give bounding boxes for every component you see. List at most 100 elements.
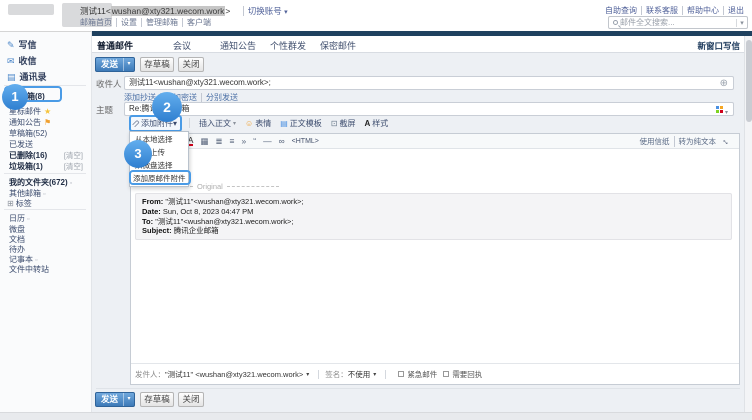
close-button[interactable]: 关闭 xyxy=(178,57,204,72)
announcement-icon: ⚑ xyxy=(44,118,51,127)
paperclip-icon xyxy=(132,119,140,127)
compose-icon: ✎ xyxy=(7,40,15,50)
receipt-label: 需要回执 xyxy=(452,369,482,380)
smiley-icon: ☺ xyxy=(245,119,253,128)
signature-selector[interactable]: 不使用 xyxy=(348,369,371,380)
empty-spam-link[interactable]: [清空] xyxy=(64,161,83,172)
editor-body[interactable]: Original From: "测试11"<wushan@xty321.weco… xyxy=(131,149,739,365)
from-label: 发件人： xyxy=(135,369,165,380)
send-options-icon[interactable]: ▾ xyxy=(123,58,134,71)
send-options-icon[interactable]: ▾ xyxy=(123,393,134,406)
list-icon[interactable]: ≡ xyxy=(230,136,235,146)
folder-marker-icon: ▫ xyxy=(27,216,29,223)
chevron-down-icon[interactable]: ▾ xyxy=(306,371,309,378)
tab-notice[interactable]: 通知公告 xyxy=(220,39,256,52)
expand-icon[interactable]: ⊞ xyxy=(7,199,14,208)
annotation-step-2: 2 xyxy=(152,92,182,122)
sidebar-item-sent[interactable]: 已发送 xyxy=(9,139,87,149)
insert-body-button[interactable]: 插入正文▾ xyxy=(199,118,236,129)
close-button-bottom[interactable]: 关闭 xyxy=(178,392,204,407)
horizontal-rule-icon[interactable]: — xyxy=(263,136,272,146)
search-input[interactable] xyxy=(620,18,736,27)
send-button-bottom[interactable]: 发送▾ xyxy=(95,392,135,407)
to-field[interactable]: 测试11<wushan@xty321.wecom.work>; ⊕ xyxy=(124,76,734,90)
quoted-date: Date: Sun, Oct 8, 2023 04:47 PM xyxy=(142,207,725,217)
page-bottom-strip xyxy=(0,412,752,420)
help-center-link[interactable]: 帮助中心 xyxy=(687,6,724,15)
label-grid-icon[interactable]: ▾ xyxy=(716,106,728,113)
html-toggle[interactable]: <HTML> xyxy=(292,138,319,145)
sidebar-item-docs[interactable]: 文档 xyxy=(9,234,87,244)
from-selector[interactable]: "测试11" <wushan@xty321.wecom.work> xyxy=(165,369,303,380)
redacted-logo xyxy=(8,4,54,15)
tab-normal-mail[interactable]: 普通邮件 xyxy=(97,39,133,52)
mail-search: ▾ xyxy=(608,16,748,29)
sidebar-item-calendar[interactable]: 日历▫ xyxy=(9,213,87,223)
indent-icon[interactable]: » xyxy=(242,136,247,146)
save-draft-button[interactable]: 存草稿 xyxy=(140,57,174,72)
nav-client[interactable]: 客户端 xyxy=(187,18,211,27)
scrollbar[interactable] xyxy=(744,36,752,412)
send-button[interactable]: 发送▾ xyxy=(95,57,135,72)
screenshot-button[interactable]: ⊡截屏 xyxy=(331,118,356,129)
tab-personalized-send[interactable]: 个性群发 xyxy=(270,39,306,52)
nav-manage-mail[interactable]: 管理邮箱 xyxy=(146,18,183,27)
sidebar-item-drafts[interactable]: 草稿箱(52) xyxy=(9,128,87,138)
scrollbar-thumb[interactable] xyxy=(746,40,752,122)
empty-deleted-link[interactable]: [清空] xyxy=(64,150,83,161)
chevron-down-icon: ▾ xyxy=(725,107,728,116)
receipt-checkbox[interactable] xyxy=(443,371,449,377)
tab-confidential-mail[interactable]: 保密邮件 xyxy=(320,39,356,52)
body-template-button[interactable]: ▤正文模板 xyxy=(280,118,322,129)
nav-settings[interactable]: 设置 xyxy=(121,18,142,27)
urgent-label: 紧急邮件 xyxy=(407,369,437,380)
chevron-down-icon: ▾ xyxy=(284,9,288,16)
sidebar-item-my-folders[interactable]: 我的文件夹(672)▫ xyxy=(9,177,87,187)
logout-link[interactable]: 退出 xyxy=(728,6,744,15)
sidebar-item-other-mailbox[interactable]: 其他邮箱▫ xyxy=(9,188,87,198)
editor[interactable]: Tr A ▦ ≣ ≡ » “ — ∞ <HTML> 使用信纸 转为纯文本 ↔ O… xyxy=(130,133,740,385)
menu-item-original-attachment[interactable]: 添加原邮件附件 xyxy=(130,172,188,185)
sidebar-receive-button[interactable]: ✉收信 xyxy=(7,54,37,66)
sidebar-contacts-button[interactable]: ▤通讯录 xyxy=(7,70,47,82)
chevron-down-icon[interactable]: ▾ xyxy=(373,371,376,378)
search-scope-dropdown-icon[interactable]: ▾ xyxy=(736,19,747,27)
sidebar-compose-button[interactable]: ✎写信 xyxy=(7,38,37,50)
fullscreen-icon[interactable]: ↔ xyxy=(720,134,733,147)
blockquote-icon[interactable]: “ xyxy=(253,136,256,146)
sidebar-item-file-transfer[interactable]: 文件中转站 xyxy=(9,264,87,274)
header: 测试11<wushan@xty321.wecom.work> 切换账号 ▾ 邮箱… xyxy=(0,0,752,31)
self-service-link[interactable]: 自助查询 xyxy=(605,6,642,15)
to-plain-text-link[interactable]: 转为纯文本 xyxy=(679,136,717,147)
account-email: wushan@xty321.wecom.work xyxy=(111,6,226,16)
send-separately-link[interactable]: 分别发送 xyxy=(206,93,238,102)
sidebar-item-todo[interactable]: 待办 xyxy=(9,244,87,254)
style-button[interactable]: A样式 xyxy=(364,118,388,129)
annotation-step-1: 1 xyxy=(2,84,28,110)
switch-account-link[interactable]: 切换账号 xyxy=(248,6,282,16)
quoted-to: To: "测试11"<wushan@xty321.wecom.work>; xyxy=(142,217,725,227)
contact-support-link[interactable]: 联系客服 xyxy=(646,6,683,15)
screen-capture-icon: ⊡ xyxy=(331,119,338,128)
sidebar-item-notice[interactable]: 通知公告⚑ xyxy=(9,117,87,127)
sidebar-item-tags[interactable]: ⊞标签 xyxy=(5,198,83,208)
tab-meeting[interactable]: 会议 xyxy=(173,39,191,52)
signature-label: 签名： xyxy=(325,369,348,380)
align-icon[interactable]: ≣ xyxy=(215,136,222,147)
to-label: 收件人 xyxy=(96,78,122,90)
use-stationery-link[interactable]: 使用信纸 xyxy=(640,136,675,147)
sidebar-item-spam[interactable]: 垃圾箱(1)[清空] xyxy=(9,161,87,171)
emoji-button[interactable]: ☺表情 xyxy=(245,118,271,129)
urgent-checkbox[interactable] xyxy=(398,371,404,377)
save-draft-button-bottom[interactable]: 存草稿 xyxy=(140,392,174,407)
nav-mail-home[interactable]: 邮箱首页 xyxy=(80,18,117,27)
quick-links: 自助查询联系客服帮助中心退出 xyxy=(605,5,744,16)
sidebar-item-wedisk[interactable]: 微盘 xyxy=(9,224,87,234)
add-recipient-icon[interactable]: ⊕ xyxy=(720,78,728,90)
link-icon[interactable]: ∞ xyxy=(279,136,285,146)
insert-image-icon[interactable]: ▦ xyxy=(200,136,208,147)
document-icon: ▤ xyxy=(280,119,288,128)
sidebar-item-deleted[interactable]: 已删除(16)[清空] xyxy=(9,150,87,160)
new-window-compose-link[interactable]: 新窗口写信 xyxy=(697,40,740,52)
sidebar-item-notes[interactable]: 记事本▫ xyxy=(9,254,87,264)
